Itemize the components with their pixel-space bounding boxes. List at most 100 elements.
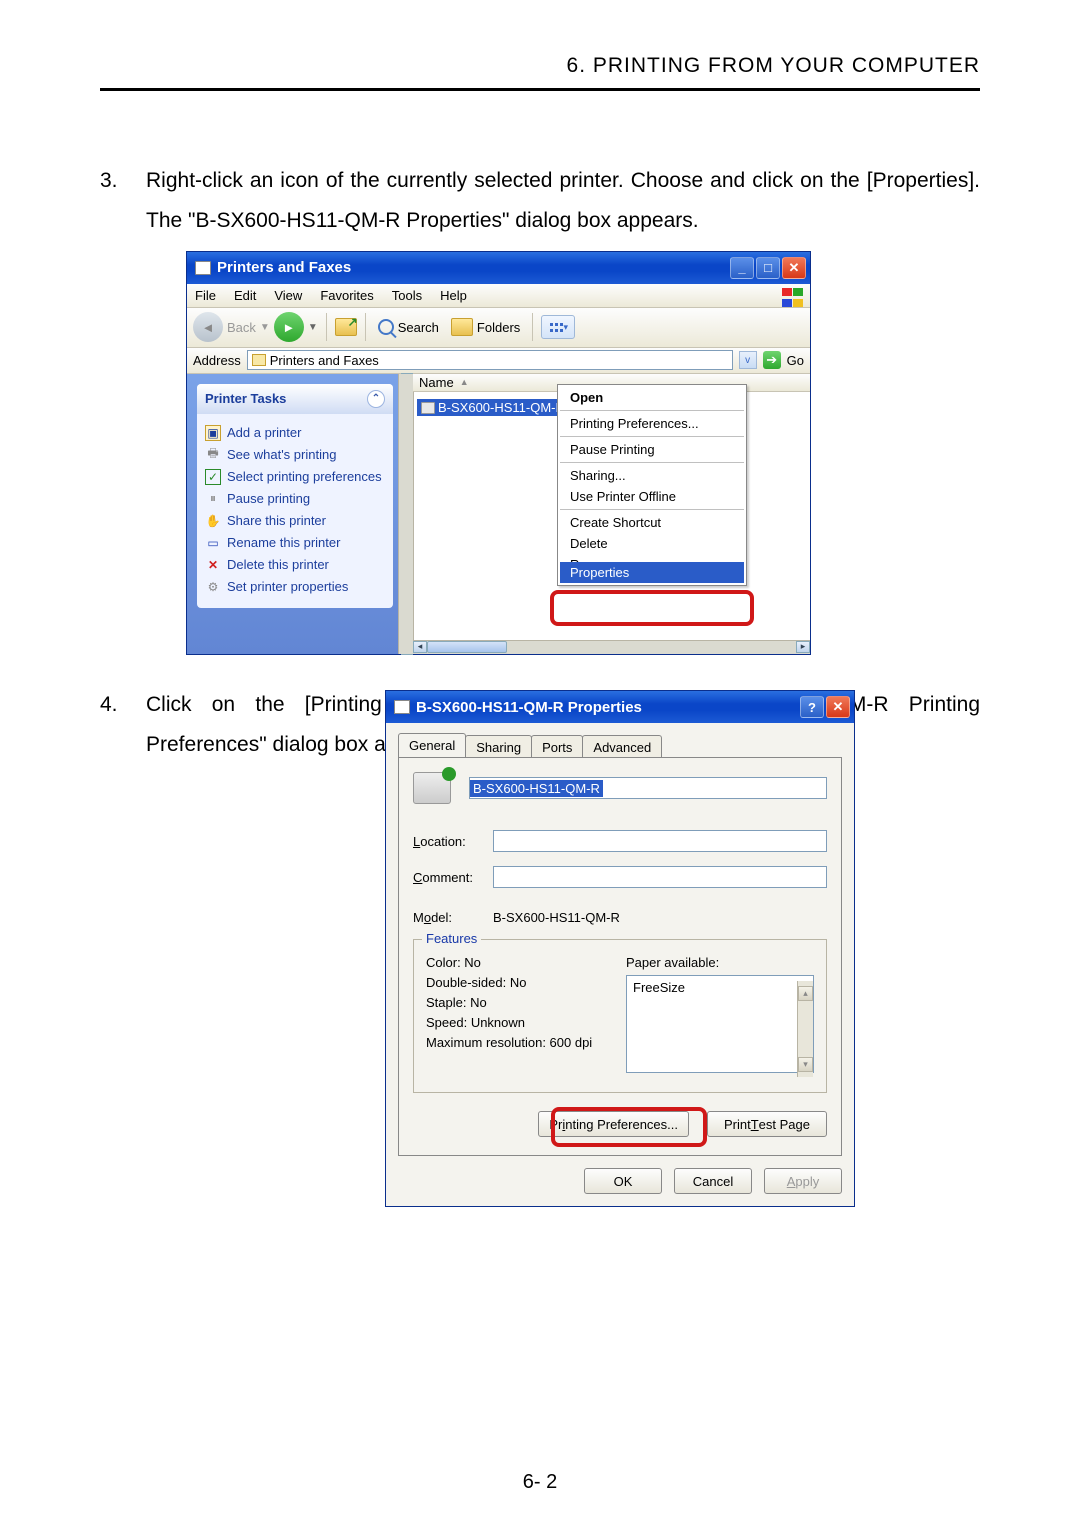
menu-tools[interactable]: Tools — [392, 288, 422, 303]
comment-input[interactable] — [493, 866, 827, 888]
printers-list-pane: Name ▲ B-SX600-HS11-QM-R Open Printing P… — [413, 374, 810, 654]
header-rule — [100, 88, 980, 91]
feature-staple: Staple: No — [426, 995, 614, 1010]
go-label[interactable]: Go — [787, 353, 804, 368]
tab-general[interactable]: General — [398, 733, 466, 757]
scroll-left-icon[interactable]: ◂ — [413, 641, 427, 653]
general-tab-pane: B-SX600-HS11-QM-R Location: Comment: Mod… — [398, 757, 842, 1156]
ctx-properties[interactable]: Properties — [560, 562, 744, 583]
dialog-titlebar[interactable]: B-SX600-HS11-QM-R Properties ? ✕ — [386, 691, 854, 723]
printing-preferences-button[interactable]: Printing Preferences... — [538, 1111, 689, 1137]
menu-favorites[interactable]: Favorites — [320, 288, 373, 303]
task-see-printing[interactable]: 🖶See what's printing — [205, 444, 385, 466]
rename-icon: ▭ — [205, 535, 221, 551]
menu-file[interactable]: File — [195, 288, 216, 303]
tab-ports[interactable]: Ports — [531, 735, 583, 759]
task-add-printer[interactable]: ▣Add a printer — [205, 422, 385, 444]
menu-help[interactable]: Help — [440, 288, 467, 303]
back-dropdown-icon[interactable]: ▼ — [260, 322, 270, 333]
ctx-sharing[interactable]: Sharing... — [560, 465, 744, 486]
location-input[interactable] — [493, 830, 827, 852]
step-3: 3. Right-click an icon of the currently … — [100, 161, 980, 241]
windows-logo-icon — [780, 286, 802, 304]
left-scroll-up-icon[interactable]: ▴ — [401, 373, 413, 387]
printer-name-field[interactable]: B-SX600-HS11-QM-R — [469, 777, 827, 799]
printer-item[interactable]: B-SX600-HS11-QM-R — [417, 399, 569, 416]
search-button[interactable]: Search — [374, 319, 443, 335]
task-rename[interactable]: ▭Rename this printer — [205, 532, 385, 554]
address-bar: Address Printers and Faxes v ➔ Go — [187, 348, 810, 374]
task-properties[interactable]: ⚙Set printer properties — [205, 576, 385, 598]
column-name[interactable]: Name — [419, 375, 454, 390]
tab-sharing[interactable]: Sharing — [465, 735, 532, 759]
ctx-rename[interactable]: Rename — [560, 554, 744, 562]
model-value: B-SX600-HS11-QM-R — [493, 910, 620, 925]
ctx-preferences[interactable]: Printing Preferences... — [560, 413, 744, 434]
feature-color: Color: No — [426, 955, 614, 970]
print-test-page-button[interactable]: Print Test Page — [707, 1111, 827, 1137]
feature-speed: Speed: Unknown — [426, 1015, 614, 1030]
pause-icon: ⏸ — [205, 491, 221, 507]
paper-scroll-up-icon[interactable]: ▴ — [798, 986, 813, 1001]
search-icon — [378, 319, 394, 335]
feature-res: Maximum resolution: 600 dpi — [426, 1035, 614, 1050]
features-fieldset: Features Color: No Double-sided: No Stap… — [413, 939, 827, 1093]
context-menu: Open Printing Preferences... Pause Print… — [557, 384, 747, 586]
maximize-button[interactable]: □ — [756, 257, 780, 279]
ctx-shortcut[interactable]: Create Shortcut — [560, 512, 744, 533]
back-label: Back — [227, 320, 256, 335]
printers-faxes-window: Printers and Faxes _ □ ✕ File Edit View … — [186, 251, 811, 655]
paper-value: FreeSize — [633, 980, 685, 995]
horizontal-scrollbar[interactable]: ◂ ▸ — [413, 640, 810, 654]
views-button[interactable]: ▾ — [541, 315, 575, 339]
paper-available-list[interactable]: FreeSize ▴ ▾ — [626, 975, 814, 1073]
share-icon: ✋ — [205, 513, 221, 529]
step-3-number: 3. — [100, 161, 128, 241]
scroll-thumb[interactable] — [427, 641, 507, 653]
printer-tasks-box: Printer Tasks ⌃ ▣Add a printer 🖶See what… — [197, 384, 393, 608]
ctx-pause[interactable]: Pause Printing — [560, 439, 744, 460]
address-dropdown-icon[interactable]: v — [739, 351, 757, 369]
printer-icon — [421, 402, 435, 414]
minimize-button[interactable]: _ — [730, 257, 754, 279]
up-folder-button[interactable] — [335, 318, 357, 336]
feature-double: Double-sided: No — [426, 975, 614, 990]
model-label: Model: — [413, 910, 483, 925]
step-4-number: 4. — [100, 685, 128, 765]
features-legend: Features — [422, 931, 481, 946]
paper-scrollbar[interactable]: ▴ ▾ — [797, 981, 813, 1077]
ctx-open[interactable]: Open — [560, 387, 744, 408]
task-select-pref[interactable]: ✓Select printing preferences — [205, 466, 385, 488]
dialog-tabs: General Sharing Ports Advanced — [398, 733, 842, 757]
cancel-button[interactable]: Cancel — [674, 1168, 752, 1194]
menu-view[interactable]: View — [274, 288, 302, 303]
task-pause[interactable]: ⏸Pause printing — [205, 488, 385, 510]
printer-window-icon — [195, 261, 211, 275]
help-button[interactable]: ? — [800, 696, 824, 718]
paper-available-label: Paper available: — [626, 955, 814, 970]
window-titlebar[interactable]: Printers and Faxes _ □ ✕ — [187, 252, 810, 284]
ctx-offline[interactable]: Use Printer Offline — [560, 486, 744, 507]
close-button[interactable]: ✕ — [782, 257, 806, 279]
left-scroll-thumb[interactable] — [401, 389, 413, 465]
menu-edit[interactable]: Edit — [234, 288, 256, 303]
address-input[interactable]: Printers and Faxes — [247, 350, 733, 370]
forward-dropdown-icon[interactable]: ▼ — [308, 322, 318, 333]
ok-button[interactable]: OK — [584, 1168, 662, 1194]
back-button[interactable]: ◄ — [193, 312, 223, 342]
folders-button[interactable]: Folders — [447, 318, 524, 336]
tab-advanced[interactable]: Advanced — [582, 735, 662, 759]
task-share[interactable]: ✋Share this printer — [205, 510, 385, 532]
sort-asc-icon[interactable]: ▲ — [460, 377, 469, 387]
task-delete[interactable]: ✕Delete this printer — [205, 554, 385, 576]
go-button-icon[interactable]: ➔ — [763, 351, 781, 369]
forward-button[interactable]: ► — [274, 312, 304, 342]
dialog-close-button[interactable]: ✕ — [826, 696, 850, 718]
left-scroll-down-icon[interactable]: ▾ — [401, 641, 413, 655]
scroll-right-icon[interactable]: ▸ — [796, 641, 810, 653]
collapse-icon[interactable]: ⌃ — [367, 390, 385, 408]
ctx-delete[interactable]: Delete — [560, 533, 744, 554]
paper-scroll-down-icon[interactable]: ▾ — [798, 1057, 813, 1072]
apply-button[interactable]: Apply — [764, 1168, 842, 1194]
printer-tasks-title: Printer Tasks — [205, 391, 286, 406]
